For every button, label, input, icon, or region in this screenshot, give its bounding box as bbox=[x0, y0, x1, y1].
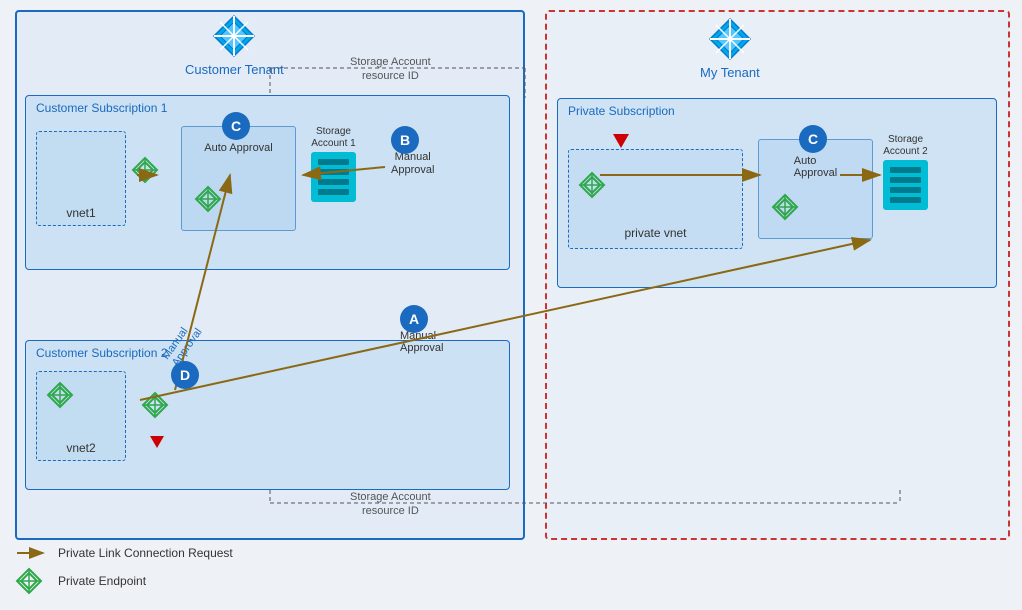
storage-account2: StorageAccount 2 bbox=[883, 134, 928, 210]
vnet1-box: vnet1 bbox=[36, 131, 126, 226]
vnet1-label: vnet1 bbox=[66, 206, 95, 220]
badge-a: A bbox=[400, 305, 428, 333]
my-tenant-label: My Tenant bbox=[700, 65, 760, 80]
diagram-container: Customer Tenant My Tenant Customer Subsc… bbox=[0, 0, 1022, 610]
endpoint-vnet2-outer bbox=[46, 381, 74, 414]
badge-c2: C bbox=[799, 125, 827, 153]
my-tenant-icon bbox=[706, 15, 754, 63]
auto-approval-box1: C Auto Approval bbox=[181, 126, 296, 231]
customer-sub2-box: Customer Subscription 2 vnet2 bbox=[25, 340, 510, 490]
endpoint-private-left bbox=[578, 171, 606, 204]
badge-d: D bbox=[171, 361, 199, 389]
customer-sub2-label: Customer Subscription 2 bbox=[36, 346, 167, 360]
endpoint-vnet1 bbox=[131, 156, 159, 189]
legend: Private Link Connection Request Private … bbox=[15, 545, 233, 595]
private-vnet-label: private vnet bbox=[624, 226, 686, 240]
legend-private-link: Private Link Connection Request bbox=[15, 545, 233, 561]
customer-sub1-box: Customer Subscription 1 vnet1 C Auto App… bbox=[25, 95, 510, 270]
manual-approval-b-label: ManualApproval bbox=[391, 151, 434, 177]
customer-tenant-icon bbox=[210, 12, 258, 60]
auto-approval-label2: AutoApproval bbox=[794, 155, 837, 179]
storage-account2-label: StorageAccount 2 bbox=[883, 134, 928, 158]
private-sub-label: Private Subscription bbox=[568, 104, 675, 118]
auto-approval-box2: C AutoApproval bbox=[758, 139, 873, 239]
red-triangle-private bbox=[613, 134, 629, 148]
red-triangle-sub2 bbox=[150, 436, 164, 448]
storage-account1: StorageAccount 1 bbox=[311, 126, 356, 202]
legend-private-link-label: Private Link Connection Request bbox=[58, 546, 233, 560]
customer-tenant-label: Customer Tenant bbox=[185, 62, 284, 77]
endpoint-in-approval2 bbox=[771, 193, 799, 226]
manual-approval-a-label: ManualApproval bbox=[400, 330, 443, 354]
legend-private-endpoint-label: Private Endpoint bbox=[58, 574, 146, 588]
resource-id-label1: Storage Accountresource ID bbox=[350, 55, 431, 84]
storage-account1-label: StorageAccount 1 bbox=[311, 126, 355, 150]
private-sub-box: Private Subscription private vnet C Auto… bbox=[557, 98, 997, 288]
resource-id-label2: Storage Accountresource ID bbox=[350, 490, 431, 519]
badge-b: B bbox=[391, 126, 419, 154]
endpoint-in-approval1 bbox=[194, 185, 222, 218]
endpoint-vnet2-inner bbox=[141, 391, 169, 424]
my-tenant-header: My Tenant bbox=[700, 15, 760, 80]
auto-approval-label1: Auto Approval bbox=[204, 142, 273, 155]
customer-sub1-label: Customer Subscription 1 bbox=[36, 101, 167, 115]
vnet2-label: vnet2 bbox=[66, 441, 95, 455]
badge-c1: C bbox=[222, 112, 250, 140]
legend-private-endpoint: Private Endpoint bbox=[15, 567, 233, 595]
customer-tenant-header: Customer Tenant bbox=[185, 12, 284, 77]
